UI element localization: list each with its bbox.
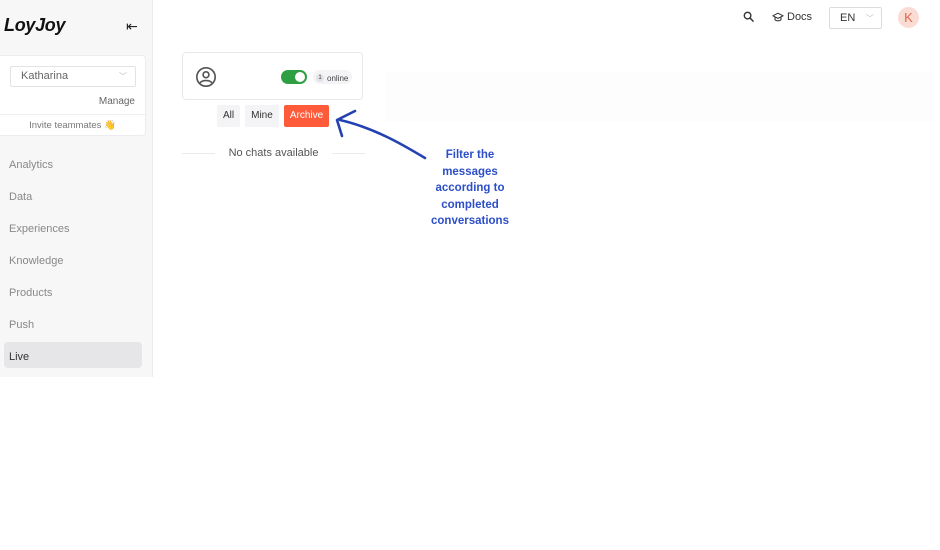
account-select[interactable]: Katharina ﹀	[10, 66, 136, 87]
sidebar-item-experiences[interactable]: Experiences	[4, 214, 142, 240]
logo: LoyJoy	[4, 15, 66, 35]
online-count: 1	[316, 74, 324, 82]
collapse-sidebar-button[interactable]: ⇤	[126, 18, 138, 35]
online-label: online	[327, 73, 349, 83]
sidebar: LoyJoy ⇤ Katharina ﹀ Manage Invite teamm…	[0, 0, 153, 377]
collapse-left-icon: ⇤	[126, 18, 138, 34]
annotation-text: Filter the messages according to complet…	[431, 149, 509, 227]
chevron-down-icon: ﹀	[119, 72, 127, 81]
sidebar-item-data[interactable]: Data	[4, 182, 142, 208]
account-card: Katharina ﹀ Manage Invite teammates 👋	[0, 55, 146, 136]
chevron-down-icon: ﹀	[866, 14, 874, 23]
chat-detail-placeholder	[385, 72, 935, 122]
agent-status-card: 1 online	[182, 52, 363, 100]
language-value: EN	[840, 12, 856, 24]
docs-label: Docs	[787, 11, 813, 23]
graduation-cap-icon	[772, 12, 784, 21]
search-button[interactable]	[743, 11, 754, 25]
chat-filter-tabs: All Mine Archive	[217, 105, 330, 127]
tab-mine[interactable]: Mine	[245, 105, 279, 127]
sidebar-item-push[interactable]: Push	[4, 310, 142, 336]
empty-state-text: No chats available	[228, 147, 319, 159]
tab-archive[interactable]: Archive	[283, 105, 330, 127]
online-badge: 1 online	[313, 70, 353, 84]
availability-toggle[interactable]	[281, 70, 307, 84]
user-circle-icon[interactable]	[195, 66, 217, 88]
toggle-knob	[295, 72, 305, 82]
user-avatar[interactable]: K	[898, 7, 919, 28]
divider	[182, 152, 215, 154]
invite-teammates-button[interactable]: Invite teammates 👋	[0, 114, 145, 137]
sidebar-item-live[interactable]: Live	[4, 342, 142, 368]
tab-all[interactable]: All	[217, 105, 241, 127]
search-icon	[743, 11, 754, 22]
annotation-arrow-icon	[335, 109, 427, 160]
docs-link[interactable]: Docs	[772, 11, 812, 23]
language-select[interactable]: EN ﹀	[829, 7, 882, 29]
sidebar-item-products[interactable]: Products	[4, 278, 142, 304]
sidebar-nav: Analytics Data Experiences Knowledge Pro…	[4, 150, 142, 374]
manage-link[interactable]: Manage	[99, 96, 135, 107]
account-select-value: Katharina	[21, 70, 69, 82]
sidebar-item-analytics[interactable]: Analytics	[4, 150, 142, 176]
sidebar-item-knowledge[interactable]: Knowledge	[4, 246, 142, 272]
